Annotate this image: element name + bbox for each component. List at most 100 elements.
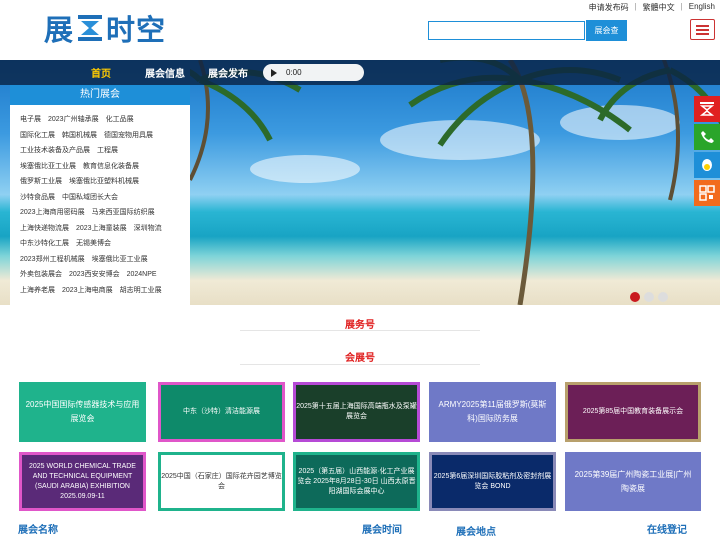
top-icon[interactable]: [694, 96, 720, 122]
online-register-link[interactable]: 在线登记: [647, 521, 687, 536]
exhibition-card[interactable]: 2025第85届中国教育装备展示会: [565, 382, 701, 442]
traditional-chinese-link[interactable]: 繁體中文: [643, 2, 675, 13]
hot-exhibition-link[interactable]: 沙特食品展: [20, 194, 55, 201]
hourglass-icon: [78, 15, 103, 41]
carousel-dot[interactable]: [630, 292, 640, 302]
hot-exhibition-row: 沙特食品展 中国私域团长大会: [20, 192, 125, 202]
hot-exhibition-link[interactable]: 2023上海电商展: [62, 287, 113, 294]
hot-exhibition-link[interactable]: 化工品展: [106, 116, 134, 123]
carousel-dot[interactable]: [644, 292, 654, 302]
hot-exhibition-link[interactable]: 埃塞俄比亚工业展: [92, 256, 148, 263]
carousel-dot[interactable]: [658, 292, 668, 302]
hot-exhibition-link[interactable]: 中国私域团长大会: [62, 194, 118, 201]
section-title-service: 展务号: [345, 320, 375, 331]
divider: |: [634, 2, 637, 11]
qrcode-icon[interactable]: [694, 180, 720, 206]
hot-exhibition-link[interactable]: 2023广州轴承展: [48, 116, 99, 123]
publish-code-link[interactable]: 申请发布码: [589, 2, 629, 13]
exhibition-card[interactable]: 2025中国国际传感器技术与应用展览会: [19, 382, 146, 442]
menu-icon: [696, 25, 709, 27]
column-exhibition-time: 展会时间: [362, 525, 402, 536]
phone-glyph-icon: [701, 131, 714, 143]
exhibition-card-title: ARMY2025第11届俄罗斯(莫斯科)国际防务展: [438, 400, 547, 423]
exhibition-card[interactable]: ARMY2025第11届俄罗斯(莫斯科)国际防务展: [429, 382, 556, 442]
search-button[interactable]: 展会查: [586, 20, 627, 41]
exhibition-card-title: 2025第39届广州陶瓷工业展|广州陶瓷展: [574, 469, 692, 493]
divider: [240, 364, 480, 365]
hot-exhibition-link[interactable]: 上海养老展: [20, 287, 55, 294]
phone-icon[interactable]: [694, 124, 720, 150]
hot-exhibition-link[interactable]: 工业技术装备及产品展: [20, 147, 90, 154]
hot-exhibition-link[interactable]: 俄罗斯工业展: [20, 178, 62, 185]
column-exhibition-place: 展会地点: [456, 527, 496, 538]
nav-exhibition-info[interactable]: 展会信息: [145, 65, 185, 80]
back-to-top-icon: [699, 102, 715, 116]
hot-exhibition-row: 电子展 2023广州轴承展 化工品展: [20, 114, 141, 124]
exhibition-card[interactable]: 2025第十五届上海国际高端瓶水及泵罐展览会: [293, 382, 420, 442]
hot-exhibition-row: 上海快递物流展 2023上海童装展 深圳物流: [20, 223, 169, 233]
section-title-exhibition: 会展号: [345, 353, 375, 364]
menu-button[interactable]: [690, 19, 715, 40]
hot-exhibition-row: 上海养老展 2023上海电商展 胡志明工业展: [20, 285, 169, 295]
hot-exhibition-link[interactable]: 德国宠物用具展: [104, 132, 153, 139]
divider: |: [680, 2, 683, 11]
column-exhibition-name: 展会名称: [18, 525, 58, 536]
hot-exhibition-row: 埃塞俄比亚工业展 教育信息化装备展: [20, 161, 146, 171]
english-link[interactable]: English: [689, 2, 715, 13]
hot-exhibition-link[interactable]: 上海快递物流展: [20, 225, 69, 232]
hot-exhibition-link[interactable]: 无锡美博会: [76, 240, 111, 247]
audio-time: 0:00: [286, 68, 302, 77]
hot-exhibition-link[interactable]: 中东沙特化工展: [20, 240, 69, 247]
divider: [240, 330, 480, 331]
hot-exhibition-link[interactable]: 2024NPE: [127, 271, 157, 278]
hot-exhibition-row: 国际化工展 韩国机械展 德国宠物用具展: [20, 130, 160, 140]
top-links: 申请发布码 | 繁體中文 | English: [589, 2, 715, 13]
exhibition-card[interactable]: 中东（沙特）清洁能源展: [158, 382, 285, 442]
audio-player[interactable]: 0:00: [263, 64, 364, 81]
menu-icon: [696, 33, 709, 35]
hot-exhibition-link[interactable]: 深圳物流: [134, 225, 162, 232]
exhibition-card-title: 2025（第五届）山西能源·化工产业展览会 2025年8月28日-30日 山西太…: [297, 467, 416, 495]
hot-exhibition-link[interactable]: 埃塞俄比亚塑料机械展: [69, 178, 139, 185]
exhibition-card-title: 2025 WORLD CHEMICAL TRADE AND TECHNICAL …: [29, 462, 136, 500]
nav-exhibition-publish[interactable]: 展会发布: [208, 65, 248, 80]
header: 展 时空 申请发布码 | 繁體中文 | English 展会查: [0, 0, 720, 60]
menu-icon: [696, 29, 709, 31]
exhibition-card-title: 2025第十五届上海国际高端瓶水及泵罐展览会: [296, 403, 417, 420]
logo-text-left: 展: [44, 13, 75, 47]
hot-exhibition-link[interactable]: 外卖包装展会: [20, 271, 62, 278]
exhibition-card[interactable]: 2025第6届深圳国际胶粘剂及密封剂展览会 BOND: [429, 452, 556, 511]
hot-exhibition-row: 中东沙特化工展 无锡美博会: [20, 238, 118, 248]
hot-exhibition-link[interactable]: 胡志明工业展: [120, 287, 162, 294]
hot-exhibition-link[interactable]: 2023西安安博会: [69, 271, 120, 278]
hot-exhibition-row: 工业技术装备及产品展 工程展: [20, 145, 125, 155]
exhibition-card[interactable]: 2025中国（石家庄）国际花卉园艺博览会: [158, 452, 285, 511]
hot-exhibition-link[interactable]: 教育信息化装备展: [83, 163, 139, 170]
hot-exhibition-link[interactable]: 2023郑州工程机械展: [20, 256, 85, 263]
exhibition-card[interactable]: 2025（第五届）山西能源·化工产业展览会 2025年8月28日-30日 山西太…: [293, 452, 420, 511]
exhibition-card-title: 2025中国国际传感器技术与应用展览会: [25, 400, 140, 423]
search-input[interactable]: [428, 21, 585, 40]
site-logo[interactable]: 展 时空: [44, 10, 166, 47]
exhibition-card[interactable]: 2025 WORLD CHEMICAL TRADE AND TECHNICAL …: [19, 452, 146, 511]
hot-exhibition-link[interactable]: 工程展: [97, 147, 118, 154]
carousel-dots: [630, 292, 668, 302]
play-icon[interactable]: [271, 68, 277, 77]
hot-exhibition-link[interactable]: 韩国机械展: [62, 132, 97, 139]
exhibition-card-title: 2025中国（石家庄）国际花卉园艺博览会: [161, 472, 282, 490]
exhibition-card-title: 2025第85届中国教育装备展示会: [582, 408, 684, 415]
hot-exhibition-row: 2023郑州工程机械展 埃塞俄比亚工业展: [20, 254, 155, 264]
qq-icon[interactable]: [694, 152, 720, 178]
palm-trees-image: [190, 60, 720, 305]
hot-exhibition-link[interactable]: 国际化工展: [20, 132, 55, 139]
hot-exhibition-link[interactable]: 电子展: [20, 116, 41, 123]
exhibition-card[interactable]: 2025第39届广州陶瓷工业展|广州陶瓷展: [565, 452, 701, 511]
hot-exhibition-link[interactable]: 埃塞俄比亚工业展: [20, 163, 76, 170]
hot-exhibition-row: 外卖包装展会 2023西安安博会 2024NPE: [20, 269, 164, 279]
hot-exhibition-link[interactable]: 2023上海商用密码展: [20, 209, 85, 216]
hot-exhibition-link[interactable]: 马来西亚国际纺织展: [92, 209, 155, 216]
hot-exhibition-link[interactable]: 2023上海童装展: [76, 225, 127, 232]
hot-exhibition-row: 俄罗斯工业展 埃塞俄比亚塑料机械展: [20, 176, 146, 186]
exhibition-card-title: 2025第6届深圳国际胶粘剂及密封剂展览会 BOND: [433, 472, 552, 490]
nav-home[interactable]: 首页: [91, 65, 111, 80]
